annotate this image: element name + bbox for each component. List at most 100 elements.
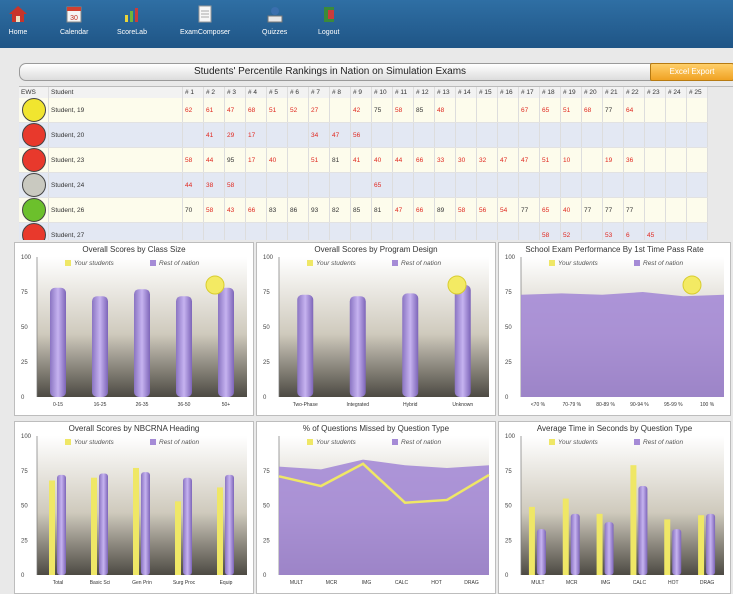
column-header-exam[interactable]: # 1 xyxy=(182,87,204,98)
bar-rest-of-nation[interactable] xyxy=(218,287,234,397)
excel-export-button[interactable]: Excel Export xyxy=(650,63,733,81)
bar-your-students[interactable] xyxy=(664,519,671,575)
column-header-exam[interactable]: # 18 xyxy=(539,87,561,98)
bar-your-students[interactable] xyxy=(133,467,139,575)
x-tick-label: HOT xyxy=(431,580,442,586)
area-rest-of-nation[interactable] xyxy=(521,292,724,397)
column-header-student[interactable]: Student xyxy=(48,87,183,98)
x-tick-label: MCR xyxy=(566,580,578,586)
column-header-exam[interactable]: # 11 xyxy=(392,87,414,98)
score-cell xyxy=(329,172,351,198)
bar-your-students[interactable] xyxy=(528,506,535,575)
column-header-exam[interactable]: # 2 xyxy=(203,87,225,98)
nav-examcomposer[interactable]: ExamComposer xyxy=(180,4,230,36)
score-cell xyxy=(392,122,414,148)
bar-rest-of-nation[interactable] xyxy=(183,477,192,575)
column-header-exam[interactable]: # 4 xyxy=(245,87,267,98)
bar-your-students[interactable] xyxy=(175,501,181,575)
bar-rest-of-nation[interactable] xyxy=(141,472,150,575)
bar-rest-of-nation[interactable] xyxy=(638,486,648,575)
column-header-exam[interactable]: # 6 xyxy=(287,87,309,98)
bar-your-students[interactable] xyxy=(562,498,569,575)
bar-your-students[interactable] xyxy=(217,487,223,575)
bar-rest-of-nation[interactable] xyxy=(57,474,66,575)
bar-rest-of-nation[interactable] xyxy=(570,513,580,575)
column-header-exam[interactable]: # 15 xyxy=(476,87,498,98)
nav-calendar[interactable]: 30 Calendar xyxy=(60,4,88,36)
column-header-exam[interactable]: # 5 xyxy=(266,87,288,98)
student-name[interactable]: Student, 24 xyxy=(48,172,183,198)
score-cell xyxy=(266,122,288,148)
column-header-exam[interactable]: # 25 xyxy=(686,87,708,98)
column-header-ews[interactable]: EWS xyxy=(19,87,49,98)
bar-rest-of-nation[interactable] xyxy=(50,287,66,397)
table-row[interactable]: Student, 26 70 58 43 66 83 86 93 82 85 81 47 66 89 58 5… xyxy=(19,197,708,223)
table-row[interactable]: Student, 27 58 52 53 6 45 xyxy=(19,222,708,240)
column-header-exam[interactable]: # 20 xyxy=(581,87,603,98)
column-header-exam[interactable]: # 14 xyxy=(455,87,477,98)
nav-quizzes[interactable]: Quizzes xyxy=(262,4,287,36)
legend-your-students: Your students xyxy=(549,260,598,267)
column-header-exam[interactable]: # 21 xyxy=(602,87,624,98)
nav-logout[interactable]: Logout xyxy=(318,4,339,36)
score-cell: 41 xyxy=(203,122,225,148)
bar-rest-of-nation[interactable] xyxy=(536,529,546,575)
column-header-exam[interactable]: # 23 xyxy=(644,87,666,98)
column-header-exam[interactable]: # 9 xyxy=(350,87,372,98)
bar-your-students[interactable] xyxy=(698,515,705,575)
student-name[interactable]: Student, 19 xyxy=(48,98,183,123)
student-name[interactable]: Student, 20 xyxy=(48,122,183,148)
column-header-exam[interactable]: # 10 xyxy=(371,87,393,98)
bar-rest-of-nation[interactable] xyxy=(672,529,682,575)
bar-rest-of-nation[interactable] xyxy=(706,513,716,575)
area-rest-of-nation[interactable] xyxy=(279,459,489,575)
bar-rest-of-nation[interactable] xyxy=(454,285,471,397)
score-cell: 47 xyxy=(329,122,351,148)
student-name[interactable]: Student, 27 xyxy=(48,222,183,240)
bar-your-students[interactable] xyxy=(91,477,97,575)
student-name[interactable]: Student, 23 xyxy=(48,147,183,173)
score-cell xyxy=(182,122,204,148)
score-cell xyxy=(287,147,309,173)
column-header-exam[interactable]: # 13 xyxy=(434,87,456,98)
column-header-exam[interactable]: # 3 xyxy=(224,87,246,98)
student-name[interactable]: Student, 26 xyxy=(48,197,183,223)
column-header-exam[interactable]: # 19 xyxy=(560,87,582,98)
bar-rest-of-nation[interactable] xyxy=(92,296,108,397)
bar-your-students[interactable] xyxy=(630,465,637,575)
x-tick-label: 80-89 % xyxy=(596,402,615,408)
column-header-exam[interactable]: # 17 xyxy=(518,87,540,98)
percentile-table-container[interactable]: EWS Student # 1 # 2 # 3 # 4 # 5 # 6 # 7 # 8 # 9 # 1… xyxy=(19,86,733,240)
x-tick-label: 95-99 % xyxy=(664,402,683,408)
table-row[interactable]: Student, 23 58 44 95 17 40 51 81 41 40 44 66 33 30 32 4… xyxy=(19,147,708,173)
chart-title: Overall Scores by Class Size xyxy=(82,245,186,254)
score-cell: 41 xyxy=(350,147,372,173)
bar-rest-of-nation[interactable] xyxy=(225,474,234,575)
bar-rest-of-nation[interactable] xyxy=(297,294,314,397)
bar-rest-of-nation[interactable] xyxy=(99,473,108,575)
score-cell xyxy=(644,98,666,123)
bar-rest-of-nation[interactable] xyxy=(604,522,614,575)
bar-your-students[interactable] xyxy=(596,513,603,575)
bar-rest-of-nation[interactable] xyxy=(402,293,419,397)
column-header-exam[interactable]: # 24 xyxy=(665,87,687,98)
bar-rest-of-nation[interactable] xyxy=(349,296,366,397)
nav-label: Quizzes xyxy=(262,29,288,36)
bar-your-students[interactable] xyxy=(49,480,55,575)
table-row[interactable]: Student, 20 41 29 17 34 47 56 xyxy=(19,122,708,148)
nav-home[interactable]: Home xyxy=(8,4,28,36)
table-row[interactable]: Student, 24 44 38 58 65 xyxy=(19,172,708,198)
legend-label: Rest of nation xyxy=(401,260,442,267)
ews-status-indicator xyxy=(22,223,46,240)
column-header-exam[interactable]: # 8 xyxy=(329,87,351,98)
score-cell xyxy=(518,122,540,148)
bar-rest-of-nation[interactable] xyxy=(176,296,192,397)
column-header-exam[interactable]: # 7 xyxy=(308,87,330,98)
nav-scorelab[interactable]: ScoreLab xyxy=(117,4,147,36)
column-header-exam[interactable]: # 12 xyxy=(413,87,435,98)
table-row[interactable]: Student, 19 62 61 47 68 51 52 27 42 75 58 85 48 67 65 5… xyxy=(19,98,708,123)
bar-rest-of-nation[interactable] xyxy=(134,289,150,397)
column-header-exam[interactable]: # 16 xyxy=(497,87,519,98)
column-header-exam[interactable]: # 22 xyxy=(623,87,645,98)
score-cell: 10 xyxy=(560,147,582,173)
